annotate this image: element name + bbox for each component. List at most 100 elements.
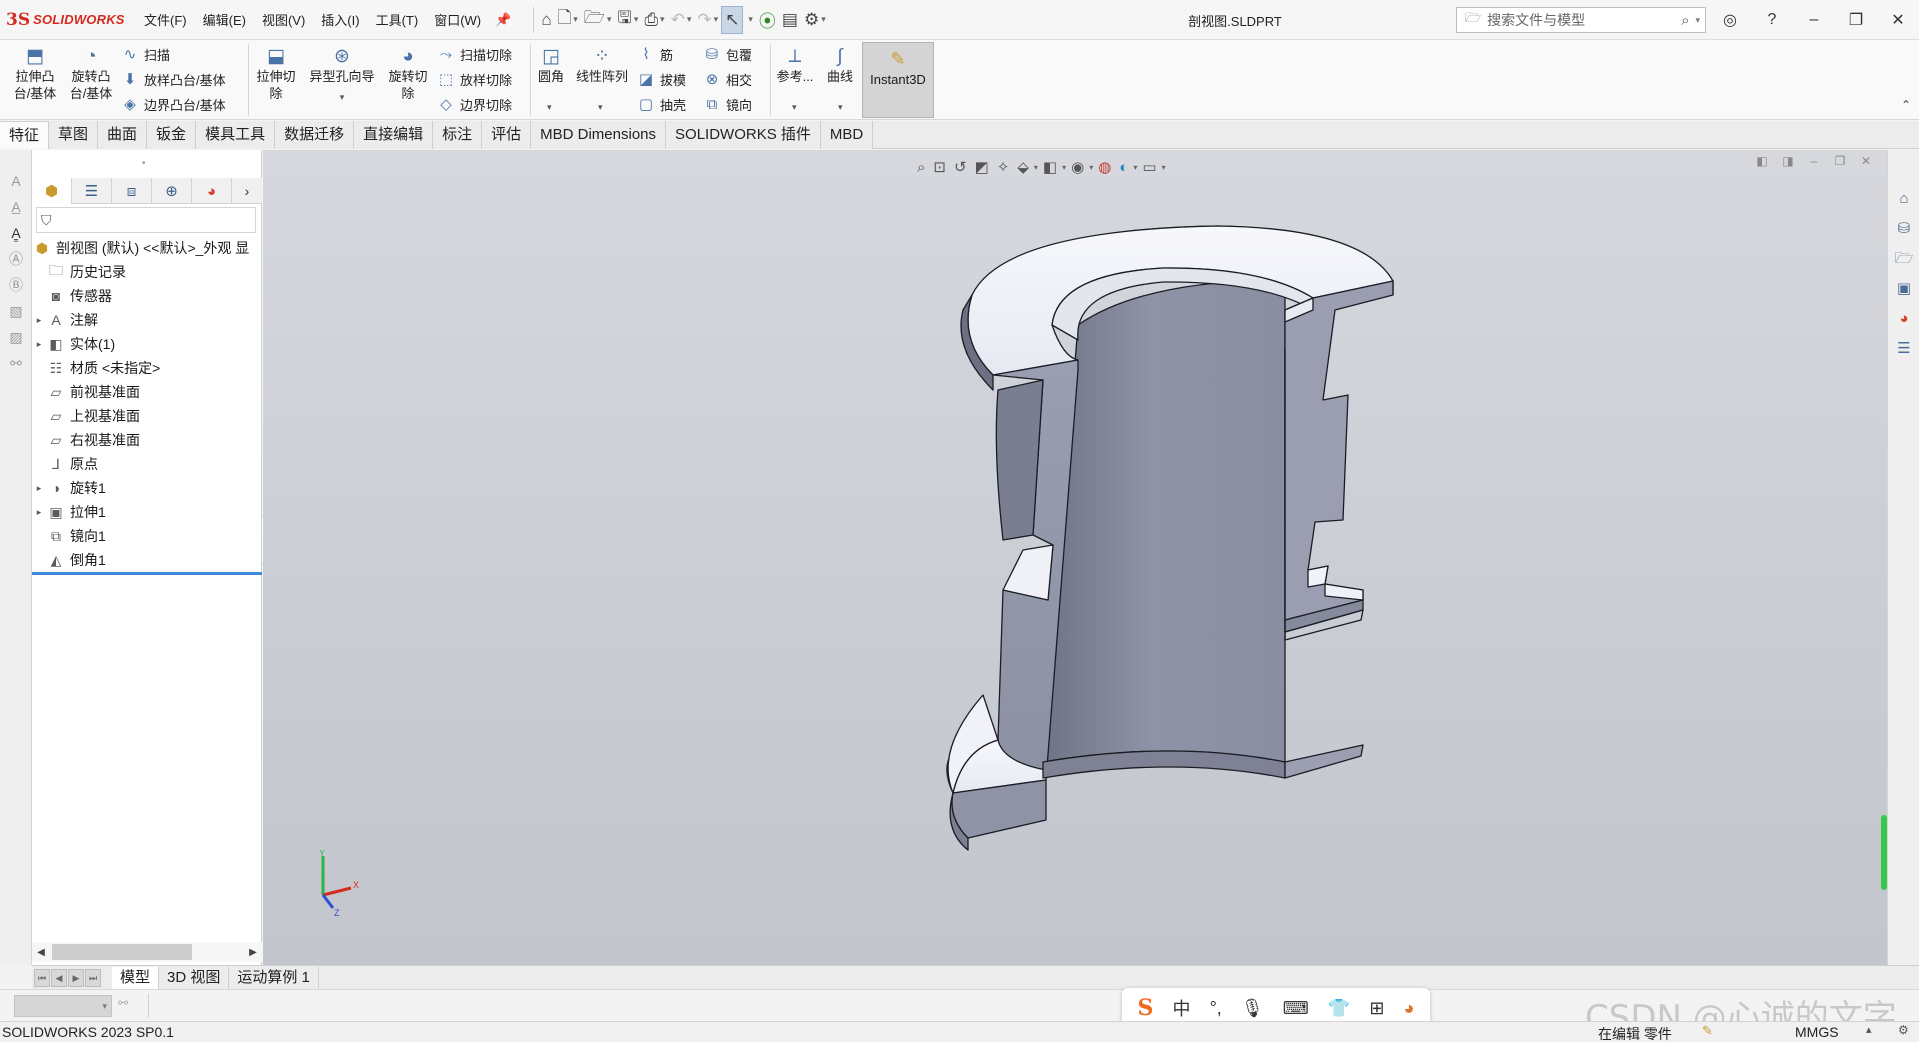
rollback-bar[interactable] — [32, 572, 262, 575]
solidworks-logo[interactable]: 3S SOLIDWORKS — [0, 10, 136, 30]
hole-wizard-button[interactable]: ⊛ 异型孔向导 ▾ — [302, 44, 382, 106]
tree-item[interactable]: ▸ ◑ 旋转1 — [32, 476, 262, 500]
search-dropdown-icon[interactable]: ▾ — [1695, 15, 1700, 26]
annotation-tool-icon[interactable]: A — [0, 168, 32, 194]
search-icon[interactable]: ⌕ — [1681, 12, 1689, 29]
previous-tab-icon[interactable]: ◀ — [51, 968, 67, 987]
link-icon[interactable]: ⚯ — [0, 350, 32, 376]
last-tab-icon[interactable]: ⏭ — [85, 968, 101, 987]
microphone-icon[interactable]: 🎙 — [1241, 998, 1264, 1019]
tree-item[interactable]: ◭ 倒角1 — [32, 548, 262, 572]
tree-item[interactable]: ▸ ▣ 拉伸1 — [32, 500, 262, 524]
tab-direct-editing[interactable]: 直接编辑 — [354, 121, 434, 149]
hole-wizard-dropdown-icon[interactable]: ▾ — [340, 89, 345, 106]
ime-punctuation-toggle[interactable]: °, — [1210, 998, 1222, 1019]
scroll-left-icon[interactable]: ◀ — [32, 947, 50, 958]
display-manager-tab-icon[interactable]: ◕ — [192, 178, 232, 204]
tree-item[interactable]: ▱ 上视基准面 — [32, 404, 262, 428]
expand-arrow-icon[interactable]: ▸ — [32, 483, 46, 494]
reference-dropdown-icon[interactable]: ▾ — [792, 102, 797, 113]
boundary-boss-button[interactable]: ◈ 边界凸台/基体 — [120, 92, 225, 116]
redo-icon[interactable]: ↷ ▾ — [694, 6, 721, 34]
select-cursor-icon[interactable]: ↖ — [721, 5, 744, 34]
fillet-button[interactable]: ◲ 圆角 — [534, 44, 568, 85]
tab-data-migration[interactable]: 数据迁移 — [275, 121, 355, 149]
menu-file[interactable]: 文件(F) — [136, 10, 195, 29]
rebuild-traffic-light-icon[interactable]: ⦿ — [756, 6, 779, 34]
tab-model[interactable]: 模型 — [112, 966, 160, 989]
weld-symbol-icon[interactable]: ▨ — [0, 324, 32, 350]
reference-geometry-button[interactable]: ⟂ 参考... — [774, 44, 816, 85]
collapse-ribbon-icon[interactable]: ⌃ — [1901, 98, 1911, 112]
panel-grip-icon[interactable]: • — [142, 158, 146, 169]
tab-solidworks-addins[interactable]: SOLIDWORKS 插件 — [666, 121, 821, 149]
tree-horizontal-scrollbar[interactable]: ◀ ▶ — [32, 942, 262, 962]
revolve-cut-button[interactable]: ◕ 旋转切 除 — [384, 44, 432, 102]
tab-mbd[interactable]: MBD — [820, 121, 874, 149]
rib-button[interactable]: ⌇ 筋 — [636, 42, 673, 66]
scroll-right-icon[interactable]: ▶ — [244, 947, 262, 958]
configuration-link-icon[interactable]: ⚯ — [118, 996, 128, 1010]
unit-system[interactable]: MMGS — [1795, 1024, 1839, 1040]
menu-edit[interactable]: 编辑(E) — [195, 10, 254, 29]
solidworks-resources-icon[interactable]: ⌂ — [1888, 184, 1919, 214]
tree-item[interactable]: ▸ ◧ 实体(1) — [32, 332, 262, 356]
tab-mold-tools[interactable]: 模具工具 — [196, 121, 276, 149]
ime-logo-icon[interactable]: S — [1138, 995, 1154, 1021]
skin-shirt-icon[interactable]: 👕 — [1328, 998, 1350, 1019]
tab-markup[interactable]: 标注 — [433, 121, 483, 149]
restore-icon[interactable]: ❐ — [1835, 10, 1877, 30]
undo-icon[interactable]: ↶ ▾ — [668, 6, 695, 34]
tab-3d-views[interactable]: 3D 视图 — [159, 966, 230, 989]
print-icon[interactable]: ⎙ ▾ — [641, 6, 667, 34]
custom-properties-icon[interactable]: ☰ — [1888, 334, 1919, 364]
tab-sketch[interactable]: 草图 — [49, 121, 99, 149]
tab-mbd-dimensions[interactable]: MBD Dimensions — [531, 121, 667, 149]
boundary-cut-button[interactable]: ◇ 边界切除 — [436, 92, 512, 116]
ime-chinese-mode[interactable]: 中 — [1173, 995, 1191, 1021]
first-tab-icon[interactable]: ⏮ — [34, 968, 50, 987]
file-properties-icon[interactable]: ▤ — [779, 6, 801, 34]
note-icon[interactable]: A̳ — [0, 220, 32, 246]
tab-features[interactable]: 特征 — [0, 121, 50, 149]
search-box[interactable]: 🗁 搜索文件与模型 ⌕ ▾ — [1456, 7, 1706, 33]
menu-view[interactable]: 视图(V) — [254, 10, 313, 29]
view-palette-icon[interactable]: ▣ — [1888, 274, 1919, 304]
sweep-button[interactable]: ∿ 扫描 — [120, 42, 170, 66]
tab-evaluate[interactable]: 评估 — [482, 121, 532, 149]
help-icon[interactable]: ? — [1751, 11, 1793, 29]
annotation-style-icon[interactable]: A̲ — [0, 194, 32, 220]
lofted-cut-button[interactable]: ⬚ 放样切除 — [436, 67, 512, 91]
close-icon[interactable]: ✕ — [1877, 10, 1919, 30]
scroll-thumb[interactable] — [52, 944, 192, 960]
pin-menu-icon[interactable]: 📌 — [495, 12, 511, 28]
minimize-icon[interactable]: – — [1793, 11, 1835, 29]
draft-button[interactable]: ◪ 拔模 — [636, 67, 686, 91]
menu-insert[interactable]: 插入(I) — [313, 10, 367, 29]
units-dropdown-icon[interactable]: ▴ — [1866, 1023, 1872, 1036]
instant3d-toggle[interactable]: ✎ Instant3D — [862, 42, 934, 118]
open-document-icon[interactable]: 🗁 ▾ — [581, 6, 615, 34]
file-explorer-icon[interactable]: 🗁 — [1888, 244, 1919, 274]
options-gear-icon[interactable]: ⚙ ▾ — [801, 6, 829, 34]
revolve-boss-button[interactable]: ◔ 旋转凸 台/基体 — [64, 44, 118, 102]
rebuild-status-icon[interactable]: ✎ — [1702, 1023, 1713, 1039]
swept-cut-button[interactable]: ⤳ 扫描切除 — [436, 42, 512, 66]
menu-window[interactable]: 窗口(W) — [426, 10, 489, 29]
tab-sheet-metal[interactable]: 钣金 — [147, 121, 197, 149]
section-view-part-model[interactable] — [263, 150, 1887, 965]
new-document-icon[interactable]: 🗋 ▾ — [555, 6, 581, 34]
tree-item[interactable]: ☷ 材质 <未指定> — [32, 356, 262, 380]
configuration-select[interactable]: ▾ — [14, 995, 112, 1017]
design-library-icon[interactable]: ⛁ — [1888, 214, 1919, 244]
tree-item[interactable]: ▱ 右视基准面 — [32, 428, 262, 452]
feature-manager-tab-icon[interactable]: ⬢ — [32, 178, 72, 204]
extrude-cut-button[interactable]: ⬓ 拉伸切 除 — [252, 44, 300, 102]
tree-root-part[interactable]: ⬢ 剖视图 (默认) <<默认>_外观 显 — [32, 236, 262, 260]
expand-arrow-icon[interactable]: ▸ — [32, 315, 46, 326]
curves-button[interactable]: ∫ 曲线 — [820, 44, 860, 85]
notifications-icon[interactable]: ⚙ — [1898, 1023, 1909, 1037]
more-tabs-chevron-icon[interactable]: › — [232, 178, 262, 203]
ime-mascot-icon[interactable]: ◕ — [1404, 998, 1415, 1019]
save-icon[interactable]: 🖫 ▾ — [614, 6, 641, 34]
